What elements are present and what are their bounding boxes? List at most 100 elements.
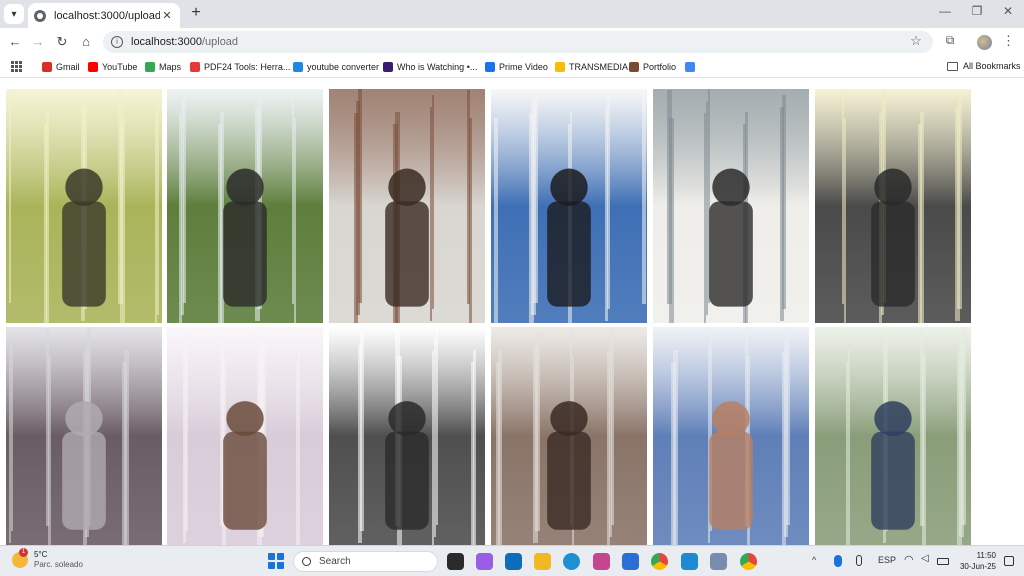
apps-grid-icon[interactable] (11, 61, 22, 72)
browser-toolbar: ← → ↻ ⌂ i localhost:3000/upload ☆ ⧉ ⋮ (0, 28, 1024, 56)
gallery-photo[interactable] (491, 89, 647, 323)
site-info-icon[interactable]: i (111, 36, 123, 48)
bookmark-label: YouTube (102, 62, 138, 72)
photo-artwork (167, 89, 323, 323)
forward-button[interactable]: → (29, 33, 47, 51)
weather-condition: Parc. soleado (34, 560, 83, 569)
pdf24-icon (190, 62, 200, 72)
photo-artwork (491, 89, 647, 323)
all-bookmarks-label: All Bookmarks (963, 61, 1021, 71)
new-tab-button[interactable]: + (187, 5, 205, 23)
bookmark-item[interactable]: Maps (145, 61, 181, 73)
battery-icon[interactable] (937, 558, 949, 565)
photo-artwork (491, 327, 647, 545)
file-explorer-icon[interactable] (534, 553, 551, 570)
volume-icon[interactable]: ◁ (921, 553, 929, 564)
chrome-active-icon[interactable] (740, 553, 757, 570)
arrow-right-icon: → (31, 34, 45, 49)
bookmark-item[interactable] (685, 61, 699, 73)
notification-bell-icon[interactable] (1004, 556, 1014, 566)
chevron-down-icon: ▾ (11, 8, 17, 20)
network-app-icon[interactable] (710, 553, 727, 570)
bookmark-label: PDF24 Tools: Herra... (204, 62, 291, 72)
wifi-icon[interactable]: ◠ (904, 553, 914, 566)
maps-icon (145, 62, 155, 72)
gallery-photo[interactable] (167, 327, 323, 545)
bookmark-item[interactable]: TRANSMEDIA (555, 61, 628, 73)
max-icon (383, 62, 393, 72)
upload-gallery (0, 79, 1024, 545)
start-button[interactable] (268, 553, 284, 569)
bookmark-label: youtube converter (307, 62, 380, 72)
bookmark-item[interactable]: PDF24 Tools: Herra... (190, 61, 290, 73)
bookmark-item[interactable]: youtube converter (293, 61, 379, 73)
store-icon[interactable] (622, 553, 639, 570)
copilot-icon[interactable] (476, 553, 493, 570)
bookmark-item[interactable]: Portfolio (629, 61, 676, 73)
bookmark-item[interactable]: Prime Video (485, 61, 548, 73)
microphone-icon[interactable] (856, 555, 862, 566)
address-bar[interactable]: i localhost:3000/upload (103, 31, 933, 53)
close-tab-icon[interactable]: ✕ (160, 9, 174, 22)
all-bookmarks-button[interactable]: All Bookmarks (947, 61, 1021, 71)
url-path: /upload (201, 36, 239, 48)
gallery-photo[interactable] (815, 327, 971, 545)
language-indicator[interactable]: ESP (878, 555, 896, 565)
gallery-photo[interactable] (653, 327, 809, 545)
docs-icon (685, 62, 695, 72)
bookmarks-bar: Gmail YouTube Maps PDF24 Tools: Herra... you… (0, 56, 1024, 78)
globe-icon (34, 9, 46, 22)
gallery-photo[interactable] (815, 89, 971, 323)
photo-artwork (815, 327, 971, 545)
close-window-button[interactable]: ✕ (993, 4, 1023, 18)
photos-icon[interactable] (593, 553, 610, 570)
photo-artwork (815, 89, 971, 323)
tab-title: localhost:3000/upload (54, 9, 160, 22)
menu-kebab-icon[interactable]: ⋮ (1002, 33, 1015, 49)
bookmark-label: Gmail (56, 62, 80, 72)
gallery-photo[interactable] (329, 327, 485, 545)
home-icon: ⌂ (82, 34, 90, 49)
gallery-photo[interactable] (653, 89, 809, 323)
bookmark-item[interactable]: YouTube (88, 61, 137, 73)
tab-search-button[interactable]: ▾ (4, 4, 24, 24)
edge-icon[interactable] (563, 553, 580, 570)
taskbar-search[interactable]: Search (293, 551, 438, 572)
photo-artwork (167, 327, 323, 545)
minimize-button[interactable]: — (930, 4, 960, 18)
gallery-photo[interactable] (329, 89, 485, 323)
reload-button[interactable]: ↻ (53, 33, 71, 51)
folder-icon (947, 61, 958, 71)
tab-strip: ▾ localhost:3000/upload ✕ + — ❐ ✕ (0, 0, 1024, 28)
tray-overflow-chevron[interactable]: ^ (812, 555, 816, 565)
vscode-icon[interactable] (681, 553, 698, 570)
gallery-photo[interactable] (6, 327, 162, 545)
taskview-icon[interactable] (447, 553, 464, 570)
tab-localhost-upload[interactable]: localhost:3000/upload ✕ (28, 3, 180, 28)
outlook-icon[interactable] (505, 553, 522, 570)
bookmark-star-icon[interactable]: ☆ (908, 33, 924, 49)
gallery-photo[interactable] (491, 327, 647, 545)
photo-artwork (6, 89, 162, 323)
prime-video-icon (485, 62, 495, 72)
weather-temp: 5°C (34, 550, 48, 559)
bookmark-item[interactable]: Who is Watching •... (383, 61, 477, 73)
chrome-icon[interactable] (651, 553, 668, 570)
maximize-button[interactable]: ❐ (962, 4, 992, 18)
bookmark-label: Who is Watching •... (397, 62, 478, 72)
photo-artwork (653, 89, 809, 323)
weather-widget[interactable]: 1 5°C Parc. soleado (12, 548, 83, 570)
youtube-icon (88, 62, 98, 72)
profile-avatar[interactable] (977, 35, 992, 50)
gallery-photo[interactable] (167, 89, 323, 323)
search-placeholder: Search (319, 556, 351, 567)
bluetooth-icon[interactable] (834, 555, 842, 567)
gallery-photo[interactable] (6, 89, 162, 323)
system-clock[interactable]: 11:50 30-Jun-25 (954, 550, 996, 572)
back-button[interactable]: ← (6, 33, 24, 51)
bookmark-item[interactable]: Gmail (42, 61, 80, 73)
converter-icon (293, 62, 303, 72)
extensions-icon[interactable]: ⧉ (942, 33, 958, 48)
photo-artwork (6, 327, 162, 545)
home-button[interactable]: ⌂ (77, 33, 95, 51)
